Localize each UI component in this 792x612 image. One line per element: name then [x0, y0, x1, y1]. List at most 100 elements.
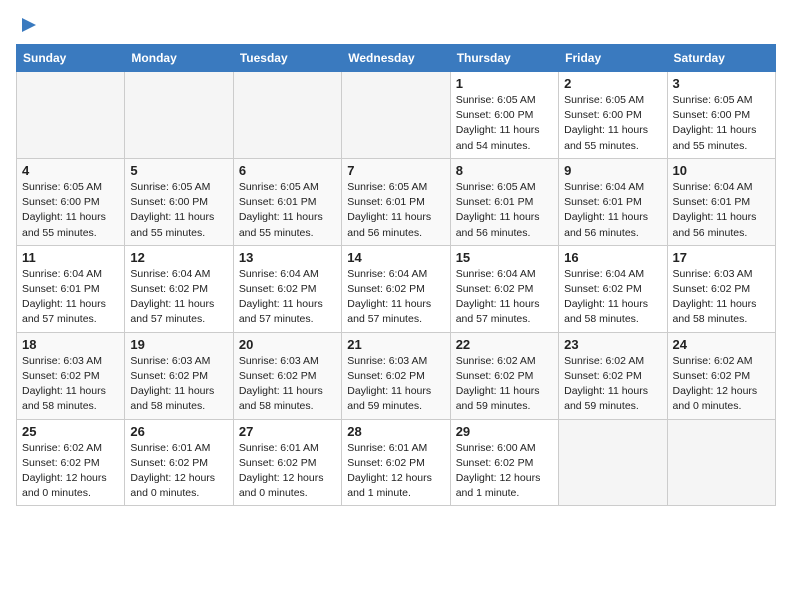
day-number: 26: [130, 424, 227, 439]
weekday-header-saturday: Saturday: [667, 45, 775, 72]
calendar-cell: 6 Sunrise: 6:05 AM Sunset: 6:01 PM Daylig…: [233, 158, 341, 245]
day-number: 21: [347, 337, 444, 352]
calendar-cell: 21 Sunrise: 6:03 AM Sunset: 6:02 PM Dayli…: [342, 332, 450, 419]
day-number: 23: [564, 337, 661, 352]
weekday-header-wednesday: Wednesday: [342, 45, 450, 72]
calendar-cell: [233, 72, 341, 159]
day-number: 10: [673, 163, 770, 178]
calendar-cell: 3 Sunrise: 6:05 AM Sunset: 6:00 PM Daylig…: [667, 72, 775, 159]
day-detail: Sunrise: 6:04 AM Sunset: 6:02 PM Dayligh…: [564, 267, 661, 328]
day-number: 3: [673, 76, 770, 91]
day-number: 13: [239, 250, 336, 265]
calendar-cell: 28 Sunrise: 6:01 AM Sunset: 6:02 PM Dayli…: [342, 419, 450, 506]
calendar-cell: 20 Sunrise: 6:03 AM Sunset: 6:02 PM Dayli…: [233, 332, 341, 419]
day-number: 28: [347, 424, 444, 439]
day-detail: Sunrise: 6:03 AM Sunset: 6:02 PM Dayligh…: [347, 354, 444, 415]
day-number: 12: [130, 250, 227, 265]
day-number: 20: [239, 337, 336, 352]
calendar-cell: 27Sunrise: 6:01 AM Sunset: 6:02 PM Dayli…: [233, 419, 341, 506]
day-detail: Sunrise: 6:02 AM Sunset: 6:02 PM Dayligh…: [456, 354, 553, 415]
day-detail: Sunrise: 6:02 AM Sunset: 6:02 PM Dayligh…: [673, 354, 770, 415]
calendar-cell: 17 Sunrise: 6:03 AM Sunset: 6:02 PM Dayli…: [667, 245, 775, 332]
day-number: 9: [564, 163, 661, 178]
weekday-header-sunday: Sunday: [17, 45, 125, 72]
day-number: 25: [22, 424, 119, 439]
weekday-header-tuesday: Tuesday: [233, 45, 341, 72]
day-detail: Sunrise: 6:05 AM Sunset: 6:01 PM Dayligh…: [456, 180, 553, 241]
day-number: 29: [456, 424, 553, 439]
day-detail: Sunrise: 6:04 AM Sunset: 6:02 PM Dayligh…: [456, 267, 553, 328]
day-detail: Sunrise: 6:05 AM Sunset: 6:01 PM Dayligh…: [347, 180, 444, 241]
calendar-cell: 14 Sunrise: 6:04 AM Sunset: 6:02 PM Dayli…: [342, 245, 450, 332]
calendar-week-row: 25 Sunrise: 6:02 AM Sunset: 6:02 PM Dayli…: [17, 419, 776, 506]
day-detail: Sunrise: 6:01 AM Sunset: 6:02 PM Dayligh…: [239, 441, 336, 502]
calendar-cell: [17, 72, 125, 159]
day-number: 11: [22, 250, 119, 265]
calendar-cell: 1 Sunrise: 6:05 AM Sunset: 6:00 PM Daylig…: [450, 72, 558, 159]
day-number: 18: [22, 337, 119, 352]
calendar-cell: 18 Sunrise: 6:03 AM Sunset: 6:02 PM Dayli…: [17, 332, 125, 419]
calendar-cell: 29Sunrise: 6:00 AM Sunset: 6:02 PM Dayli…: [450, 419, 558, 506]
calendar-cell: 16 Sunrise: 6:04 AM Sunset: 6:02 PM Dayli…: [559, 245, 667, 332]
calendar-cell: 13 Sunrise: 6:04 AM Sunset: 6:02 PM Dayli…: [233, 245, 341, 332]
day-detail: Sunrise: 6:03 AM Sunset: 6:02 PM Dayligh…: [239, 354, 336, 415]
day-number: 22: [456, 337, 553, 352]
day-detail: Sunrise: 6:04 AM Sunset: 6:01 PM Dayligh…: [673, 180, 770, 241]
calendar-cell: 23 Sunrise: 6:02 AM Sunset: 6:02 PM Dayli…: [559, 332, 667, 419]
calendar-week-row: 4 Sunrise: 6:05 AM Sunset: 6:00 PM Daylig…: [17, 158, 776, 245]
calendar-cell: 11 Sunrise: 6:04 AM Sunset: 6:01 PM Dayli…: [17, 245, 125, 332]
day-number: 2: [564, 76, 661, 91]
calendar-cell: 2 Sunrise: 6:05 AM Sunset: 6:00 PM Daylig…: [559, 72, 667, 159]
weekday-header-friday: Friday: [559, 45, 667, 72]
day-number: 5: [130, 163, 227, 178]
day-detail: Sunrise: 6:05 AM Sunset: 6:00 PM Dayligh…: [673, 93, 770, 154]
calendar-cell: 15Sunrise: 6:04 AM Sunset: 6:02 PM Dayli…: [450, 245, 558, 332]
calendar-table: SundayMondayTuesdayWednesdayThursdayFrid…: [16, 44, 776, 506]
day-detail: Sunrise: 6:04 AM Sunset: 6:02 PM Dayligh…: [347, 267, 444, 328]
day-detail: Sunrise: 6:05 AM Sunset: 6:00 PM Dayligh…: [564, 93, 661, 154]
day-detail: Sunrise: 6:04 AM Sunset: 6:02 PM Dayligh…: [130, 267, 227, 328]
logo: [16, 16, 40, 36]
calendar-cell: 25 Sunrise: 6:02 AM Sunset: 6:02 PM Dayli…: [17, 419, 125, 506]
calendar-cell: 26 Sunrise: 6:01 AM Sunset: 6:02 PM Dayli…: [125, 419, 233, 506]
logo-arrow-icon: [18, 14, 40, 36]
calendar-header-row: SundayMondayTuesdayWednesdayThursdayFrid…: [17, 45, 776, 72]
day-number: 17: [673, 250, 770, 265]
weekday-header-thursday: Thursday: [450, 45, 558, 72]
day-number: 8: [456, 163, 553, 178]
calendar-cell: [559, 419, 667, 506]
day-detail: Sunrise: 6:03 AM Sunset: 6:02 PM Dayligh…: [130, 354, 227, 415]
day-number: 16: [564, 250, 661, 265]
day-detail: Sunrise: 6:01 AM Sunset: 6:02 PM Dayligh…: [130, 441, 227, 502]
day-detail: Sunrise: 6:05 AM Sunset: 6:00 PM Dayligh…: [456, 93, 553, 154]
calendar-cell: 19 Sunrise: 6:03 AM Sunset: 6:02 PM Dayli…: [125, 332, 233, 419]
day-detail: Sunrise: 6:05 AM Sunset: 6:00 PM Dayligh…: [22, 180, 119, 241]
day-number: 7: [347, 163, 444, 178]
day-number: 19: [130, 337, 227, 352]
day-detail: Sunrise: 6:03 AM Sunset: 6:02 PM Dayligh…: [673, 267, 770, 328]
day-detail: Sunrise: 6:05 AM Sunset: 6:01 PM Dayligh…: [239, 180, 336, 241]
calendar-cell: [342, 72, 450, 159]
day-detail: Sunrise: 6:02 AM Sunset: 6:02 PM Dayligh…: [564, 354, 661, 415]
calendar-cell: 5 Sunrise: 6:05 AM Sunset: 6:00 PM Daylig…: [125, 158, 233, 245]
calendar-week-row: 11 Sunrise: 6:04 AM Sunset: 6:01 PM Dayli…: [17, 245, 776, 332]
calendar-cell: 7 Sunrise: 6:05 AM Sunset: 6:01 PM Daylig…: [342, 158, 450, 245]
calendar-cell: 10 Sunrise: 6:04 AM Sunset: 6:01 PM Dayli…: [667, 158, 775, 245]
calendar-week-row: 18 Sunrise: 6:03 AM Sunset: 6:02 PM Dayli…: [17, 332, 776, 419]
calendar-cell: 4 Sunrise: 6:05 AM Sunset: 6:00 PM Daylig…: [17, 158, 125, 245]
day-number: 6: [239, 163, 336, 178]
calendar-cell: [667, 419, 775, 506]
day-detail: Sunrise: 6:04 AM Sunset: 6:02 PM Dayligh…: [239, 267, 336, 328]
day-detail: Sunrise: 6:03 AM Sunset: 6:02 PM Dayligh…: [22, 354, 119, 415]
day-number: 1: [456, 76, 553, 91]
day-detail: Sunrise: 6:01 AM Sunset: 6:02 PM Dayligh…: [347, 441, 444, 502]
calendar-week-row: 1 Sunrise: 6:05 AM Sunset: 6:00 PM Daylig…: [17, 72, 776, 159]
calendar-cell: 24Sunrise: 6:02 AM Sunset: 6:02 PM Dayli…: [667, 332, 775, 419]
day-detail: Sunrise: 6:04 AM Sunset: 6:01 PM Dayligh…: [564, 180, 661, 241]
day-detail: Sunrise: 6:02 AM Sunset: 6:02 PM Dayligh…: [22, 441, 119, 502]
calendar-cell: [125, 72, 233, 159]
day-number: 14: [347, 250, 444, 265]
day-number: 4: [22, 163, 119, 178]
day-detail: Sunrise: 6:04 AM Sunset: 6:01 PM Dayligh…: [22, 267, 119, 328]
day-detail: Sunrise: 6:05 AM Sunset: 6:00 PM Dayligh…: [130, 180, 227, 241]
